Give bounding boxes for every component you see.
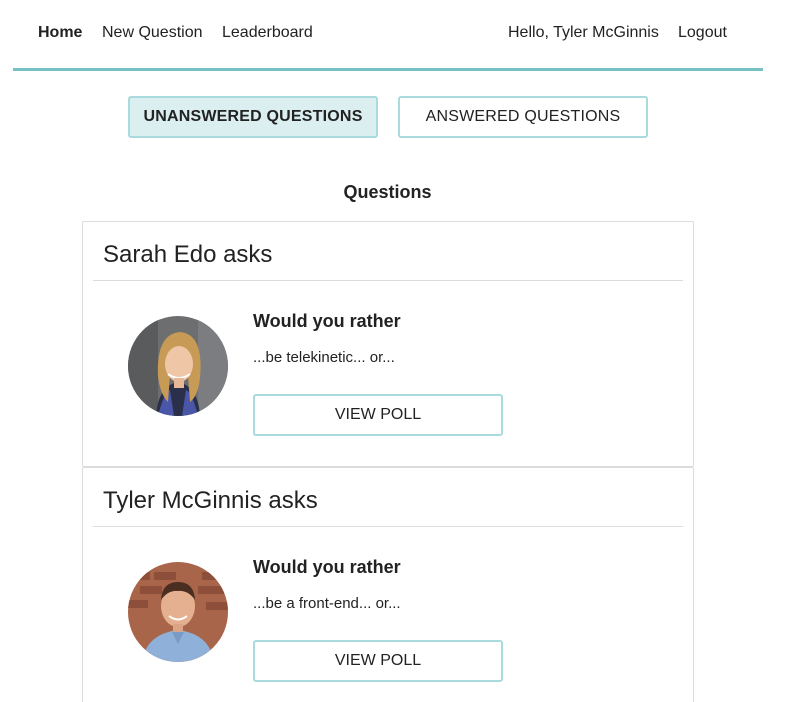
- question-author-heading: Tyler McGinnis asks: [103, 487, 318, 514]
- question-author-heading: Sarah Edo asks: [103, 241, 273, 268]
- app-page: Home New Question Leaderboard Hello, Tyl…: [0, 0, 789, 702]
- question-card: Tyler McGinnis asks Would you rather ...…: [82, 467, 694, 702]
- nav-leaderboard-link[interactable]: Leaderboard: [222, 23, 313, 42]
- avatar-tyler-image: [128, 562, 228, 662]
- view-poll-button[interactable]: VIEW POLL: [253, 394, 503, 436]
- section-title: Questions: [343, 182, 432, 202]
- question-preview: ...be a front-end... or...: [253, 595, 401, 612]
- card-divider: [93, 526, 683, 527]
- author-avatar: [128, 316, 228, 416]
- nav-new-question-link[interactable]: New Question: [102, 23, 203, 42]
- avatar-sarah-image: [128, 316, 228, 416]
- nav-logout-link[interactable]: Logout: [678, 23, 727, 42]
- nav-home-link[interactable]: Home: [38, 23, 82, 42]
- question-title: Would you rather: [253, 557, 401, 577]
- unanswered-questions-tab[interactable]: UNANSWERED QUESTIONS: [128, 96, 378, 138]
- answered-questions-tab[interactable]: ANSWERED QUESTIONS: [398, 96, 648, 138]
- author-avatar: [128, 562, 228, 662]
- question-card: Sarah Edo asks Would you rather ...be te…: [82, 221, 694, 467]
- top-nav: Home New Question Leaderboard Hello, Tyl…: [13, 0, 763, 71]
- card-divider: [93, 280, 683, 281]
- user-greeting: Hello, Tyler McGinnis: [508, 24, 659, 41]
- question-title: Would you rather: [253, 311, 401, 331]
- view-poll-button[interactable]: VIEW POLL: [253, 640, 503, 682]
- question-preview: ...be telekinetic... or...: [253, 349, 395, 366]
